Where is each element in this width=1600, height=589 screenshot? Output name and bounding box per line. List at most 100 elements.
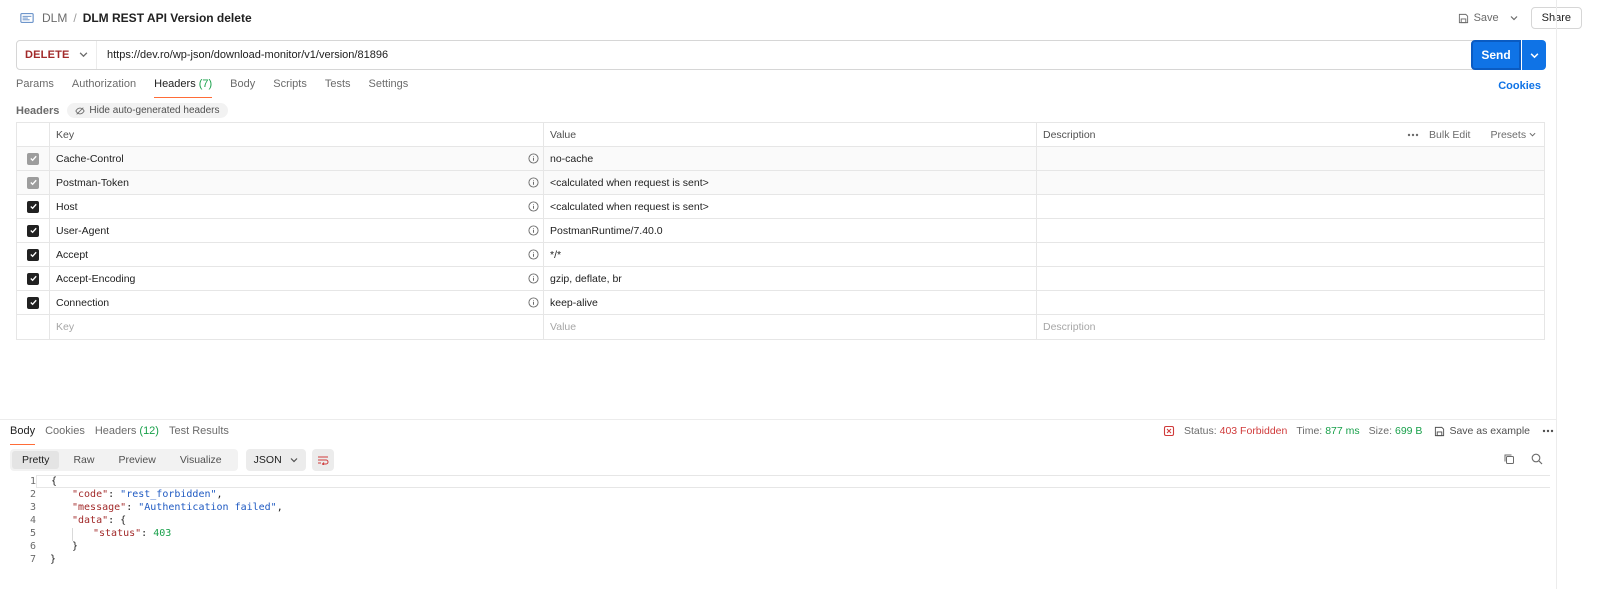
info-icon[interactable] [528,249,539,260]
format-select[interactable]: JSON [245,449,306,471]
header-key[interactable]: Postman-Token [56,177,129,189]
header-value[interactable]: keep-alive [550,297,598,309]
header-key[interactable]: User-Agent [56,225,109,237]
presets-button[interactable]: Presets [1480,129,1536,141]
pane-divider[interactable] [0,419,1557,420]
view-visualize[interactable]: Visualize [170,451,232,469]
header-key[interactable]: Host [56,201,78,213]
json-key: "data" [72,515,109,526]
response-tab-body[interactable]: Body [10,425,36,445]
header-value[interactable]: PostmanRuntime/7.40.0 [550,225,663,237]
header-value[interactable]: <calculated when request is sent> [550,201,709,213]
header-value[interactable]: gzip, deflate, br [550,273,622,285]
send-options-button[interactable] [1522,40,1546,70]
save-options-button[interactable] [1505,7,1523,29]
search-icon[interactable] [1531,453,1543,465]
header-description[interactable] [1037,267,1544,290]
tab-authorization[interactable]: Authorization [72,78,136,98]
top-bar: DLM / DLM REST API Version delete Save S… [0,0,1600,36]
save-icon [1458,13,1468,23]
tab-tests[interactable]: Tests [325,78,351,98]
json-value: 403 [153,528,172,539]
response-tab-cookies[interactable]: Cookies [45,425,85,445]
response-tab-headers[interactable]: Headers (12) [95,425,159,445]
table-row: Connection keep-alive [17,291,1544,315]
row-checkbox[interactable] [27,152,39,165]
header-description[interactable] [1037,147,1544,170]
header-key[interactable]: Accept-Encoding [56,273,135,285]
bulk-edit-button[interactable]: Bulk Edit [1429,129,1470,141]
hide-auto-generated-toggle[interactable]: Hide auto-generated headers [67,103,228,118]
new-header-row: Key Value Description [17,315,1544,339]
tab-body[interactable]: Body [230,78,255,98]
send-button[interactable]: Send [1471,40,1521,70]
new-description-input[interactable]: Description [1043,321,1096,333]
save-as-example-button[interactable]: Save as example [1434,425,1530,437]
view-preview[interactable]: Preview [108,451,165,469]
check-icon [29,227,37,234]
more-options-icon[interactable] [1542,429,1554,433]
header-value[interactable]: no-cache [550,153,593,165]
network-error-icon[interactable] [1163,425,1175,437]
size-label: Size: [1368,425,1392,437]
header-key[interactable]: Connection [56,297,109,309]
wrap-lines-icon [317,456,329,465]
info-icon[interactable] [528,225,539,236]
row-checkbox[interactable] [27,248,39,261]
tab-params[interactable]: Params [16,78,54,98]
response-tab-test-results[interactable]: Test Results [169,425,229,445]
header-description[interactable] [1037,171,1544,194]
tab-settings[interactable]: Settings [369,78,409,98]
url-input[interactable] [97,41,1515,69]
chevron-down-icon [1530,52,1538,58]
save-icon [1435,426,1445,436]
headers-section-label: Headers [16,104,60,117]
header-key[interactable]: Accept [56,249,88,261]
breadcrumb-collection[interactable]: DLM [42,11,67,25]
header-value[interactable]: */* [550,249,561,261]
info-icon[interactable] [528,273,539,284]
http-request-icon [20,13,34,23]
wrap-lines-button[interactable] [311,449,334,471]
json-line-status: "status": 403 [36,528,172,541]
info-icon[interactable] [528,297,539,308]
header-description[interactable] [1037,243,1544,266]
right-border [1556,0,1557,589]
row-checkbox[interactable] [27,224,39,237]
header-value[interactable]: <calculated when request is sent> [550,177,709,189]
save-button[interactable]: Save [1452,7,1505,29]
header-description[interactable] [1037,219,1544,242]
row-checkbox[interactable] [27,296,39,309]
cookies-link[interactable]: Cookies [1498,80,1541,92]
row-checkbox[interactable] [27,200,39,213]
time-value[interactable]: 877 ms [1325,425,1359,437]
info-icon[interactable] [528,201,539,212]
size-value[interactable]: 699 B [1395,425,1422,437]
status-value[interactable]: 403 Forbidden [1220,425,1288,437]
url-bar: DELETE [16,40,1516,70]
view-pretty[interactable]: Pretty [12,451,60,469]
response-tabs: Body Cookies Headers (12) Test Results [10,425,239,445]
request-name[interactable]: DLM REST API Version delete [83,11,252,25]
copy-icon[interactable] [1503,453,1515,465]
json-key: "message" [72,502,127,513]
row-checkbox[interactable] [27,176,39,189]
json-line-message: "message": "Authentication failed", [72,502,283,513]
row-checkbox[interactable] [27,272,39,285]
view-raw[interactable]: Raw [63,451,104,469]
info-icon[interactable] [528,177,539,188]
column-value: Value [544,123,1037,146]
new-key-input[interactable]: Key [56,321,74,333]
header-description[interactable] [1037,195,1544,218]
tab-scripts[interactable]: Scripts [273,78,307,98]
tab-headers[interactable]: Headers (7) [154,78,213,98]
new-value-input[interactable]: Value [550,321,576,333]
header-description[interactable] [1037,291,1544,314]
header-key[interactable]: Cache-Control [56,153,124,165]
response-body[interactable]: 1{ 2 "code": "rest_forbidden", 3 "message"… [0,475,1550,566]
response-meta: Status: 403 Forbidden Time: 877 ms Size:… [1163,425,1554,437]
info-icon[interactable] [528,153,539,164]
method-select[interactable]: DELETE [17,41,97,69]
more-options-icon[interactable] [1407,133,1419,137]
code-line: 4 "data": { [29,515,127,526]
